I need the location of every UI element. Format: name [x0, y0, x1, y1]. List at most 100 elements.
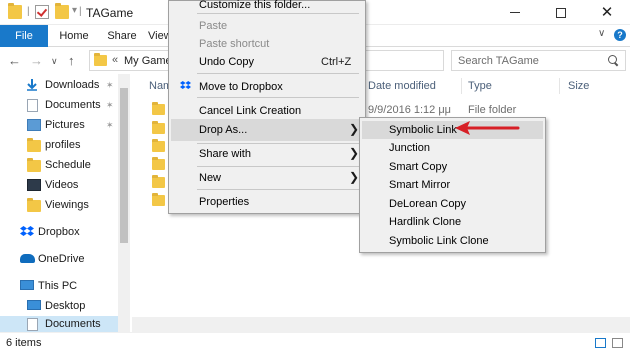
pin-icon: ✶: [106, 100, 114, 110]
submenu-item-smart-mirror[interactable]: Smart Mirror: [362, 176, 543, 194]
menu-item-drop-as[interactable]: Drop As... ❯: [171, 119, 363, 141]
menu-item-label: Paste shortcut: [199, 38, 270, 50]
dropbox-icon: [20, 226, 34, 238]
nav-item-documents-pc[interactable]: Documents: [0, 316, 118, 332]
menu-item-label: Paste: [199, 20, 228, 32]
folder-icon: [27, 138, 41, 152]
context-menu: Customize this folder... Paste Paste sho…: [168, 0, 366, 214]
folder-icon[interactable]: [152, 121, 165, 134]
menu-item-label: Drop As...: [199, 124, 248, 136]
menu-separator: [197, 13, 359, 14]
search-icon: [608, 55, 619, 66]
nav-item-downloads[interactable]: Downloads ✶: [0, 75, 118, 95]
menu-item-shortcut: Ctrl+Z: [321, 56, 352, 68]
submenu-item-label: DeLorean Copy: [389, 198, 467, 210]
nav-scrollbar[interactable]: [118, 74, 130, 332]
navigation-pane: Downloads ✶ Documents ✶ Pictures ✶ profi…: [0, 74, 132, 332]
nav-item-this-pc[interactable]: This PC: [0, 276, 118, 296]
submenu-arrow-icon: ❯: [349, 146, 360, 160]
folder-icon: [27, 158, 41, 172]
submenu-item-label: Symbolic Link: [389, 124, 457, 136]
tab-view[interactable]: View: [148, 25, 172, 47]
menu-item-label: Cancel Link Creation: [199, 105, 302, 117]
nav-item-viewings[interactable]: Viewings: [0, 195, 118, 215]
nav-label: profiles: [45, 139, 81, 151]
folder-icon: [8, 3, 22, 19]
properties-check-icon[interactable]: [35, 5, 49, 19]
nav-label: OneDrive: [38, 253, 85, 265]
forward-arrow-icon[interactable]: →: [30, 53, 43, 68]
search-input[interactable]: Search TAGame: [451, 50, 626, 71]
maximize-button[interactable]: [538, 0, 584, 25]
minimize-button[interactable]: [492, 0, 538, 25]
nav-item-onedrive[interactable]: OneDrive: [0, 249, 118, 269]
menu-item-share-with[interactable]: Share with ❯: [171, 143, 363, 165]
close-icon: ✕: [600, 4, 614, 21]
onedrive-icon: [20, 254, 35, 263]
nav-label: Downloads: [45, 79, 100, 91]
nav-label: Documents: [45, 318, 101, 330]
folder-icon[interactable]: [152, 193, 165, 206]
horizontal-scrollbar[interactable]: [132, 317, 630, 332]
quick-access-dropdown-icon[interactable]: ▾: [72, 5, 77, 16]
submenu-item-symbolic-link-clone[interactable]: Symbolic Link Clone: [362, 232, 543, 250]
up-arrow-icon[interactable]: ↑: [68, 53, 75, 68]
close-button[interactable]: ✕: [584, 0, 630, 25]
folder-icon: [27, 198, 41, 212]
ribbon-expand-icon[interactable]: ∨: [598, 28, 608, 39]
title-separator: |: [27, 6, 30, 17]
submenu-item-junction[interactable]: Junction: [362, 139, 543, 157]
folder-icon[interactable]: [152, 157, 165, 170]
submenu-item-hardlink-clone[interactable]: Hardlink Clone: [362, 213, 543, 231]
nav-item-dropbox[interactable]: Dropbox: [0, 222, 118, 242]
nav-label: This PC: [38, 280, 78, 292]
column-divider[interactable]: [559, 78, 560, 94]
nav-label: Dropbox: [38, 226, 80, 238]
tab-share[interactable]: Share: [100, 25, 144, 47]
column-header-type[interactable]: Type: [468, 80, 492, 92]
column-header-date-modified[interactable]: Date modified: [368, 80, 436, 92]
documents-icon: [27, 318, 38, 331]
help-icon[interactable]: ?: [614, 29, 626, 41]
submenu-item-label: Smart Copy: [389, 161, 448, 173]
new-folder-icon[interactable]: [55, 3, 69, 19]
folder-icon: [94, 53, 107, 66]
menu-item-properties[interactable]: Properties: [171, 191, 363, 213]
minimize-icon: [510, 12, 520, 13]
window-title: TAGame: [86, 6, 134, 20]
nav-item-videos[interactable]: Videos: [0, 175, 118, 195]
menu-item-label: Customize this folder...: [199, 0, 311, 11]
tab-home[interactable]: Home: [52, 25, 96, 47]
details-view-icon[interactable]: [595, 338, 606, 348]
folder-icon[interactable]: [152, 102, 165, 115]
nav-label: Pictures: [45, 119, 85, 131]
nav-item-schedule[interactable]: Schedule: [0, 155, 118, 175]
submenu-item-smart-copy[interactable]: Smart Copy: [362, 158, 543, 176]
submenu-item-delorean-copy[interactable]: DeLorean Copy: [362, 195, 543, 213]
recent-locations-icon[interactable]: ∨: [51, 56, 58, 67]
nav-item-documents[interactable]: Documents ✶: [0, 95, 118, 115]
nav-item-profiles[interactable]: profiles: [0, 135, 118, 155]
nav-item-desktop[interactable]: Desktop: [0, 296, 118, 316]
item-count: 6 items: [6, 337, 42, 349]
back-arrow-icon[interactable]: ←: [8, 53, 21, 68]
drop-as-submenu: Symbolic Link Junction Smart Copy Smart …: [359, 117, 546, 253]
column-header-size[interactable]: Size: [568, 80, 589, 92]
large-icons-view-icon[interactable]: [612, 338, 623, 348]
pictures-icon: [27, 119, 41, 131]
menu-item-new[interactable]: New ❯: [171, 167, 363, 189]
submenu-item-label: Junction: [389, 142, 430, 154]
menu-item-undo-copy[interactable]: Undo Copy Ctrl+Z: [171, 51, 363, 73]
status-bar: 6 items: [0, 332, 630, 352]
tab-file[interactable]: File: [0, 25, 48, 47]
menu-item-move-to-dropbox[interactable]: Move to Dropbox: [171, 76, 363, 98]
menu-item-label: Share with: [199, 148, 251, 160]
nav-item-pictures[interactable]: Pictures ✶: [0, 115, 118, 135]
folder-icon[interactable]: [152, 139, 165, 152]
submenu-item-label: Smart Mirror: [389, 179, 451, 191]
column-divider[interactable]: [461, 78, 462, 94]
folder-icon[interactable]: [152, 175, 165, 188]
breadcrumb-overflow-icon[interactable]: «: [112, 54, 118, 66]
nav-scrollbar-thumb[interactable]: [120, 88, 128, 243]
menu-separator: [197, 97, 359, 98]
